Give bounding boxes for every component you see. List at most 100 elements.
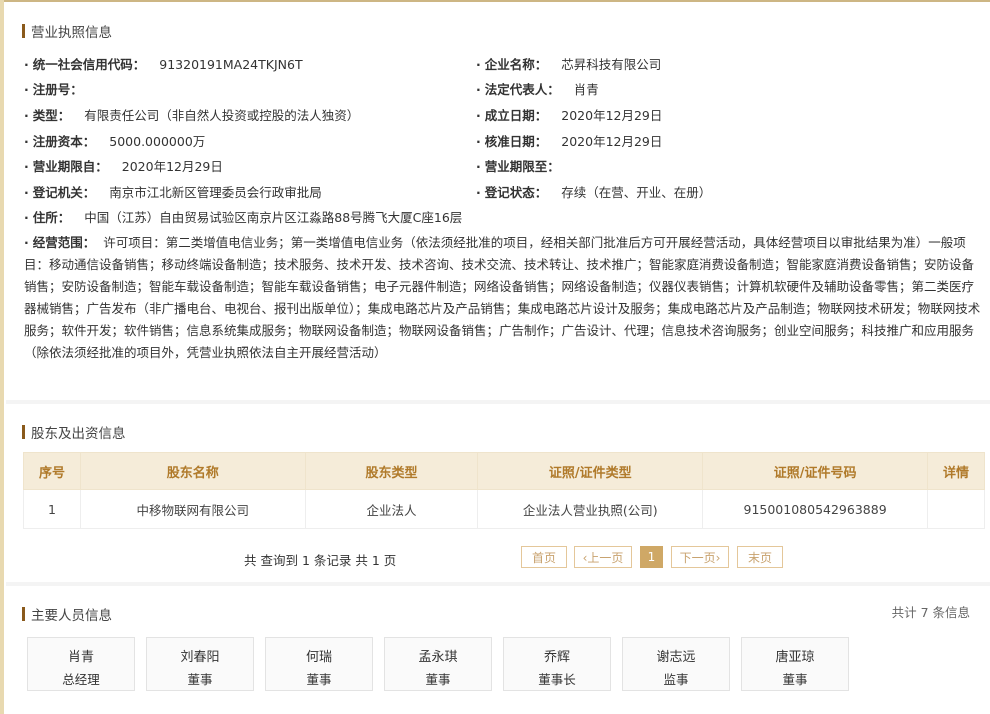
legal-rep-value: 肖青 <box>573 82 599 97</box>
credit-code-label: 统一社会信用代码： <box>32 57 146 72</box>
personnel-total: 共计 7 条信息 <box>891 605 970 620</box>
credit-code-value: 91320191MA24TKJN6T <box>159 57 303 72</box>
person-name: 刘春阳 <box>180 650 220 665</box>
term-to-label: 营业期限至： <box>484 159 560 174</box>
bullet: · <box>24 210 29 225</box>
shareholder-section-title: 股东及出资信息 <box>22 422 126 442</box>
cell-type: 企业法人 <box>304 489 479 529</box>
person-role: 董事 <box>187 672 213 687</box>
scope-label: 经营范围： <box>32 235 96 250</box>
person-name: 何瑞 <box>305 650 332 665</box>
established-row: · 成立日期： 2020年12月29日 <box>476 105 662 124</box>
authority-label: 登记机关： <box>32 185 96 200</box>
person-role: 董事 <box>425 672 451 687</box>
type-row: · 类型： 有限责任公司（非自然人投资或控股的法人独资） <box>24 105 359 124</box>
bullet: · <box>24 82 29 97</box>
cell-index: 1 <box>23 489 81 529</box>
prev-page-button[interactable]: ‹上一页 <box>574 546 632 568</box>
col-header-index: 序号 <box>23 452 81 490</box>
bullet: · <box>476 82 481 97</box>
person-role: 监事 <box>663 672 689 687</box>
person-name: 谢志远 <box>656 650 696 665</box>
status-label: 登记状态： <box>484 185 548 200</box>
capital-row: · 注册资本： 5000.000000万 <box>24 131 205 150</box>
cell-cert-no: 915001080542963889 <box>702 489 929 529</box>
pagination: 共 查询到 1 条记录 共 1 页 首页 ‹上一页 1 下一页› 末页 <box>6 546 990 568</box>
term-from-label: 营业期限自： <box>32 159 108 174</box>
business-scope: · 经营范围： 许可项目：第二类增值电信业务；第一类增值电信业务（依法须经批准的项… <box>24 232 982 364</box>
status-row: · 登记状态： 存续（在营、开业、在册） <box>476 182 711 201</box>
status-value: 存续（在营、开业、在册） <box>561 185 712 200</box>
next-page-button[interactable]: 下一页› <box>671 546 729 568</box>
established-label: 成立日期： <box>484 108 548 123</box>
table-header-row: 序号 股东名称 股东类型 证照/证件类型 证照/证件号码 详情 <box>23 452 985 490</box>
personnel-title-text: 主要人员信息 <box>31 608 112 624</box>
person-role: 总经理 <box>62 672 100 687</box>
shareholder-table: 序号 股东名称 股东类型 证照/证件类型 证照/证件号码 详情 1 中移物联网有… <box>23 452 985 529</box>
cell-detail[interactable] <box>927 489 985 529</box>
cell-name: 中移物联网有限公司 <box>79 489 306 529</box>
person-card[interactable]: 谢志远 监事 <box>622 637 730 691</box>
type-label: 类型： <box>32 108 71 123</box>
table-row: 1 中移物联网有限公司 企业法人 企业法人营业执照(公司) 9150010805… <box>23 489 985 529</box>
person-card[interactable]: 唐亚琼 董事 <box>741 637 849 691</box>
scope-value: 许可项目：第二类增值电信业务；第一类增值电信业务（依法须经批准的项目，经相关部门… <box>24 235 981 360</box>
record-count: 共 查询到 1 条记录 共 1 页 <box>244 553 397 568</box>
bullet: · <box>24 159 29 174</box>
title-marker <box>22 425 25 439</box>
company-name-row: · 企业名称： 芯昇科技有限公司 <box>476 54 661 73</box>
capital-label: 注册资本： <box>32 134 96 149</box>
address-value: 中国（江苏）自由贸易试验区南京片区江淼路88号腾飞大厦C座16层 <box>84 210 463 225</box>
person-name: 肖青 <box>67 650 94 665</box>
first-page-button[interactable]: 首页 <box>521 546 567 568</box>
person-card[interactable]: 肖青 总经理 <box>27 637 135 691</box>
person-card[interactable]: 刘春阳 董事 <box>146 637 254 691</box>
title-marker <box>22 607 25 621</box>
col-header-detail: 详情 <box>927 452 985 490</box>
bullet: · <box>24 185 29 200</box>
reg-no-label: 注册号： <box>32 82 83 97</box>
company-name-label: 企业名称： <box>484 57 548 72</box>
person-role: 董事长 <box>538 672 576 687</box>
cell-cert-type: 企业法人营业执照(公司) <box>477 489 704 529</box>
shareholder-section: 股东及出资信息 序号 股东名称 股东类型 证照/证件类型 证照/证件号码 详情 … <box>6 404 990 582</box>
bullet: · <box>476 57 481 72</box>
bullet: · <box>24 235 29 250</box>
col-header-name: 股东名称 <box>79 452 306 490</box>
person-card[interactable]: 孟永琪 董事 <box>384 637 492 691</box>
capital-value: 5000.000000万 <box>109 134 206 149</box>
approved-value: 2020年12月29日 <box>561 134 663 149</box>
address-label: 住所： <box>32 210 71 225</box>
last-page-button[interactable]: 末页 <box>737 546 783 568</box>
col-header-cert-type: 证照/证件类型 <box>477 452 704 490</box>
license-title-text: 营业执照信息 <box>31 25 112 41</box>
person-card[interactable]: 乔辉 董事长 <box>503 637 611 691</box>
address-row: · 住所： 中国（江苏）自由贸易试验区南京片区江淼路88号腾飞大厦C座16层 <box>24 207 462 226</box>
person-name: 孟永琪 <box>418 650 458 665</box>
bullet: · <box>24 108 29 123</box>
reg-no-row: · 注册号： <box>24 79 97 98</box>
type-value: 有限责任公司（非自然人投资或控股的法人独资） <box>84 108 360 123</box>
current-page-button[interactable]: 1 <box>640 546 663 568</box>
person-card[interactable]: 何瑞 董事 <box>265 637 373 691</box>
company-name-value: 芯昇科技有限公司 <box>561 57 662 72</box>
person-role: 董事 <box>782 672 808 687</box>
term-from-row: · 营业期限自： 2020年12月29日 <box>24 156 223 175</box>
legal-rep-row: · 法定代表人： 肖青 <box>476 79 599 98</box>
credit-code-row: · 统一社会信用代码： 91320191MA24TKJN6T <box>24 54 303 73</box>
legal-rep-label: 法定代表人： <box>484 82 560 97</box>
col-header-type: 股东类型 <box>304 452 479 490</box>
bullet: · <box>24 57 29 72</box>
col-header-cert-no: 证照/证件号码 <box>702 452 929 490</box>
approved-label: 核准日期： <box>484 134 548 149</box>
title-marker <box>22 24 25 38</box>
person-name: 唐亚琼 <box>775 650 815 665</box>
bullet: · <box>24 134 29 149</box>
license-section-title: 营业执照信息 <box>22 21 112 41</box>
bullet: · <box>476 108 481 123</box>
term-to-row: · 营业期限至： <box>476 156 574 175</box>
authority-value: 南京市江北新区管理委员会行政审批局 <box>109 185 322 200</box>
person-name: 乔辉 <box>543 650 570 665</box>
shareholder-title-text: 股东及出资信息 <box>31 426 126 442</box>
bullet: · <box>476 134 481 149</box>
